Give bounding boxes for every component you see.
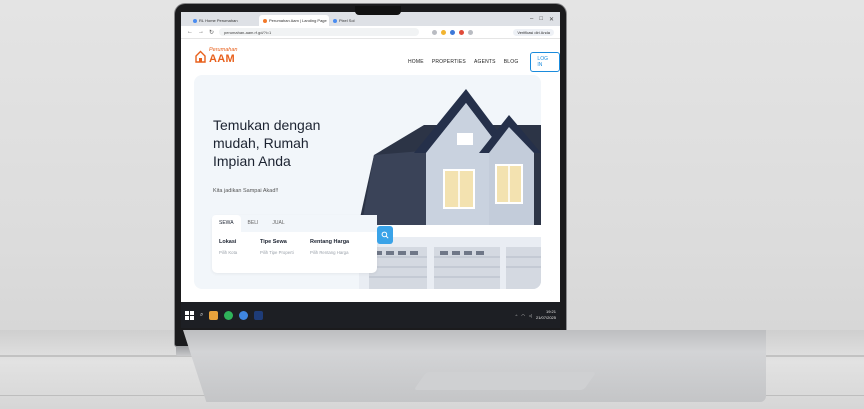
browser-tab[interactable]: Pixel Sol [329, 15, 369, 26]
tab-favicon-icon [263, 18, 267, 23]
search-tabs: SEWA BELI JUAL [212, 215, 377, 232]
hero-title: Temukan dengan mudah, Rumah Impian Anda [213, 117, 321, 169]
laptop-base [183, 330, 766, 402]
chevron-up-icon[interactable]: ^ [516, 313, 518, 318]
price-range-placeholder: Pilih Rentang Harga [310, 250, 349, 255]
browser-toolbar: ← → ↻ perumahan-aam.rf.gd/?i=1 Verifikas… [181, 26, 560, 39]
taskbar-search-icon[interactable]: ⌕ [200, 312, 203, 319]
extension-icon[interactable] [450, 29, 456, 35]
extension-icons [432, 29, 474, 35]
rent-type-label: Tipe Sewa [260, 239, 287, 245]
price-range-field[interactable]: Rentang Harga Pilih Rentang Harga [310, 239, 349, 255]
clock[interactable]: 19:21 21/07/2025 [536, 309, 556, 321]
clock-date: 21/07/2025 [535, 315, 556, 320]
nav-properties[interactable]: PROPERTIES [432, 59, 466, 65]
tab-jual[interactable]: JUAL [265, 215, 291, 232]
logo-line2: AAM [209, 52, 235, 65]
nav-agents[interactable]: AGENTS [474, 59, 496, 65]
site-logo[interactable]: Perumahan AAM [195, 47, 237, 65]
login-button[interactable]: LOG IN [530, 52, 560, 72]
search-button[interactable] [377, 226, 393, 244]
extension-icon[interactable] [459, 29, 465, 35]
volume-icon[interactable]: ◁ [529, 313, 532, 318]
reload-icon[interactable]: ↻ [209, 29, 214, 36]
nav-home[interactable]: HOME [408, 59, 424, 65]
hero-section: Temukan dengan mudah, Rumah Impian Anda … [194, 75, 541, 289]
forward-arrow-icon[interactable]: → [198, 29, 204, 35]
extension-icon[interactable] [468, 29, 474, 35]
tab-favicon-icon [193, 18, 197, 23]
house-logo-icon [195, 50, 206, 63]
tab-beli[interactable]: BELI [241, 215, 266, 232]
tab-title: Pixel Sol [339, 18, 355, 23]
window-controls: – □ ✕ [530, 16, 560, 23]
search-icon [381, 231, 389, 239]
location-label: Lokasi [219, 239, 237, 245]
tab-title: Perumahan Aam | Landing Page [269, 18, 327, 23]
minimize-icon[interactable]: – [530, 16, 533, 23]
maximize-icon[interactable]: □ [539, 16, 543, 23]
address-bar[interactable]: perumahan-aam.rf.gd/?i=1 [219, 28, 420, 36]
extension-icon[interactable] [441, 29, 447, 35]
browser-tab-active[interactable]: Perumahan Aam | Landing Page [259, 15, 329, 26]
back-arrow-icon[interactable]: ← [187, 29, 193, 35]
os-taskbar: ⌕ ^ ◠ ◁ 19:21 21/07/2025 [181, 302, 560, 328]
trackpad [413, 372, 597, 390]
profile-label: Verifikasi diri Anda [517, 29, 550, 35]
laptop-screen: RL Home Perumahan Perumahan Aam | Landin… [181, 12, 560, 328]
tab-title: RL Home Perumahan [199, 18, 238, 23]
photoshop-icon[interactable] [254, 310, 264, 320]
windows-start-icon[interactable] [185, 310, 194, 320]
rent-type-field[interactable]: Tipe Sewa Pilih Tipe Properti [260, 239, 294, 255]
camera-notch [355, 6, 401, 15]
website: Perumahan AAM HOME PROPERTIES AGENTS BLO… [181, 39, 560, 315]
extension-icon[interactable] [432, 29, 438, 35]
chrome-icon[interactable] [224, 310, 234, 320]
url-text: perumahan-aam.rf.gd/?i=1 [224, 29, 272, 35]
tab-favicon-icon [333, 18, 337, 23]
file-explorer-icon[interactable] [209, 310, 219, 320]
profile-button[interactable]: Verifikasi diri Anda [513, 28, 554, 36]
wifi-icon[interactable]: ◠ [521, 313, 525, 318]
tab-sewa[interactable]: SEWA [212, 215, 241, 232]
location-field[interactable]: Lokasi Pilih Kota [219, 239, 237, 255]
nav-blog[interactable]: BLOG [504, 59, 519, 65]
close-icon[interactable]: ✕ [549, 16, 554, 23]
main-nav: HOME PROPERTIES AGENTS BLOG LOG IN [408, 52, 560, 72]
system-tray: ^ ◠ ◁ 19:21 21/07/2025 [516, 309, 557, 321]
hero-subtitle: Kita jadikan Sampai Akad!! [213, 188, 279, 194]
price-range-label: Rentang Harga [310, 239, 350, 245]
location-placeholder: Pilih Kota [219, 250, 238, 255]
house-image [354, 75, 541, 289]
property-search-card: SEWA BELI JUAL Lokasi Pilih Kota Tipe Se… [212, 215, 377, 273]
rent-type-placeholder: Pilih Tipe Properti [260, 250, 294, 255]
browser-icon[interactable] [239, 310, 249, 320]
browser-tab[interactable]: RL Home Perumahan [189, 15, 259, 26]
